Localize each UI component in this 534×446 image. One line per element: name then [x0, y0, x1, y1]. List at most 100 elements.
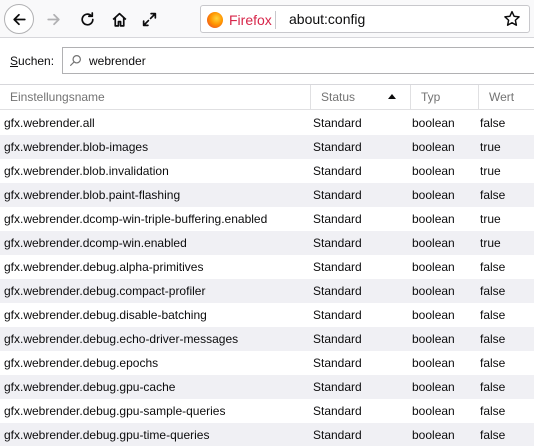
search-icon — [70, 55, 81, 66]
pref-name: gfx.webrender.dcomp-win.enabled — [4, 236, 187, 250]
table-row[interactable]: gfx.webrender.blob-images Standard boolean… — [0, 135, 534, 159]
preferences-table: Einstellungsname Status Typ Wert gfx.web… — [0, 84, 534, 446]
table-row[interactable]: gfx.webrender.debug.disable-batching Stan… — [0, 303, 534, 327]
pref-status: Standard — [313, 380, 362, 394]
sort-ascending-icon — [388, 94, 396, 99]
home-button[interactable] — [104, 4, 134, 34]
firefox-logo-icon — [207, 12, 223, 28]
forward-button[interactable] — [38, 4, 68, 34]
pref-status: Standard — [313, 164, 362, 178]
table-row[interactable]: gfx.webrender.dcomp-win.enabled Standard b… — [0, 231, 534, 255]
back-button[interactable] — [4, 4, 34, 34]
table-row[interactable]: gfx.webrender.blob.paint-flashing Standar… — [0, 183, 534, 207]
table-row[interactable]: gfx.webrender.debug.compact-profiler Stan… — [0, 279, 534, 303]
search-box[interactable] — [62, 47, 534, 74]
bookmark-star-icon[interactable] — [503, 10, 521, 28]
table-header: Einstellungsname Status Typ Wert — [0, 85, 534, 110]
table-row[interactable]: gfx.webrender.debug.echo-driver-messages… — [0, 327, 534, 351]
pref-value: true — [480, 236, 501, 250]
pref-type: boolean — [412, 380, 455, 394]
pref-type: boolean — [412, 284, 455, 298]
pref-type: boolean — [412, 116, 455, 130]
pref-status: Standard — [313, 404, 362, 418]
pref-type: boolean — [412, 140, 455, 154]
search-row: Suchen: — [0, 40, 534, 82]
fullscreen-button[interactable] — [134, 4, 164, 34]
browser-brand: Firefox — [229, 12, 272, 28]
column-header-status-label: Status — [321, 90, 356, 104]
pref-status: Standard — [313, 332, 362, 346]
pref-value: false — [480, 308, 506, 322]
pref-name: gfx.webrender.debug.epochs — [4, 356, 159, 370]
search-label: Suchen: — [10, 54, 54, 68]
home-icon — [112, 12, 126, 27]
pref-type: boolean — [412, 308, 455, 322]
column-header-status[interactable]: Status — [311, 85, 411, 110]
pref-type: boolean — [412, 404, 455, 418]
pref-type: boolean — [412, 164, 455, 178]
search-label-accesskey: S — [10, 54, 19, 68]
pref-type: boolean — [412, 428, 455, 442]
pref-type: boolean — [412, 356, 455, 370]
pref-value: false — [480, 116, 506, 130]
table-row[interactable]: gfx.webrender.debug.epochs Standard boolea… — [0, 351, 534, 375]
pref-type: boolean — [412, 332, 455, 346]
pref-name: gfx.webrender.debug.gpu-cache — [4, 380, 176, 394]
pref-value: true — [480, 140, 501, 154]
pref-name: gfx.webrender.debug.disable-batching — [4, 308, 207, 322]
table-row[interactable]: gfx.webrender.debug.gpu-cache Standard boo… — [0, 375, 534, 399]
table-body: gfx.webrender.all Standard boolean false gfx… — [0, 111, 534, 446]
pref-status: Standard — [313, 236, 362, 250]
expand-icon — [142, 12, 156, 26]
pref-name: gfx.webrender.blob.invalidation — [4, 164, 169, 178]
column-header-type[interactable]: Typ — [411, 85, 479, 110]
reload-button[interactable] — [72, 4, 102, 34]
pref-value: false — [480, 332, 506, 346]
pref-name: gfx.webrender.blob-images — [4, 140, 149, 154]
column-header-value[interactable]: Wert — [479, 85, 534, 110]
pref-name: gfx.webrender.debug.gpu-sample-queries — [4, 404, 226, 418]
table-row[interactable]: gfx.webrender.dcomp-win-triple-buffering… — [0, 207, 534, 231]
column-header-name[interactable]: Einstellungsname — [0, 85, 311, 110]
table-row[interactable]: gfx.webrender.all Standard boolean false — [0, 111, 534, 135]
navigation-toolbar: Firefox about:config — [0, 0, 534, 38]
table-row[interactable]: gfx.webrender.debug.gpu-sample-queries St… — [0, 399, 534, 423]
pref-name: gfx.webrender.debug.alpha-primitives — [4, 260, 204, 274]
pref-status: Standard — [313, 212, 362, 226]
arrow-right-icon — [46, 13, 60, 25]
pref-status: Standard — [313, 188, 362, 202]
url-divider — [275, 11, 276, 29]
address-bar[interactable]: Firefox about:config — [200, 5, 530, 33]
url-text[interactable]: about:config — [289, 11, 365, 27]
table-row[interactable]: gfx.webrender.debug.gpu-time-queries Stan… — [0, 423, 534, 446]
table-row[interactable]: gfx.webrender.debug.alpha-primitives Stan… — [0, 255, 534, 279]
pref-status: Standard — [313, 116, 362, 130]
pref-type: boolean — [412, 188, 455, 202]
pref-value: true — [480, 164, 501, 178]
pref-status: Standard — [313, 284, 362, 298]
pref-status: Standard — [313, 356, 362, 370]
pref-type: boolean — [412, 260, 455, 274]
pref-name: gfx.webrender.blob.paint-flashing — [4, 188, 181, 202]
search-input[interactable] — [89, 52, 519, 70]
pref-type: boolean — [412, 212, 455, 226]
pref-name: gfx.webrender.debug.compact-profiler — [4, 284, 206, 298]
pref-value: false — [480, 260, 506, 274]
pref-value: false — [480, 404, 506, 418]
pref-name: gfx.webrender.debug.gpu-time-queries — [4, 428, 210, 442]
pref-status: Standard — [313, 428, 362, 442]
pref-value: true — [480, 212, 501, 226]
pref-value: false — [480, 188, 506, 202]
table-row[interactable]: gfx.webrender.blob.invalidation Standard b… — [0, 159, 534, 183]
pref-value: false — [480, 356, 506, 370]
pref-value: false — [480, 284, 506, 298]
pref-status: Standard — [313, 308, 362, 322]
identity-box[interactable]: Firefox — [207, 10, 272, 30]
pref-value: false — [480, 380, 506, 394]
reload-icon — [80, 11, 94, 26]
pref-status: Standard — [313, 260, 362, 274]
pref-type: boolean — [412, 236, 455, 250]
search-label-text: uchen: — [18, 54, 55, 68]
arrow-left-icon — [12, 13, 26, 25]
pref-value: false — [480, 428, 506, 442]
